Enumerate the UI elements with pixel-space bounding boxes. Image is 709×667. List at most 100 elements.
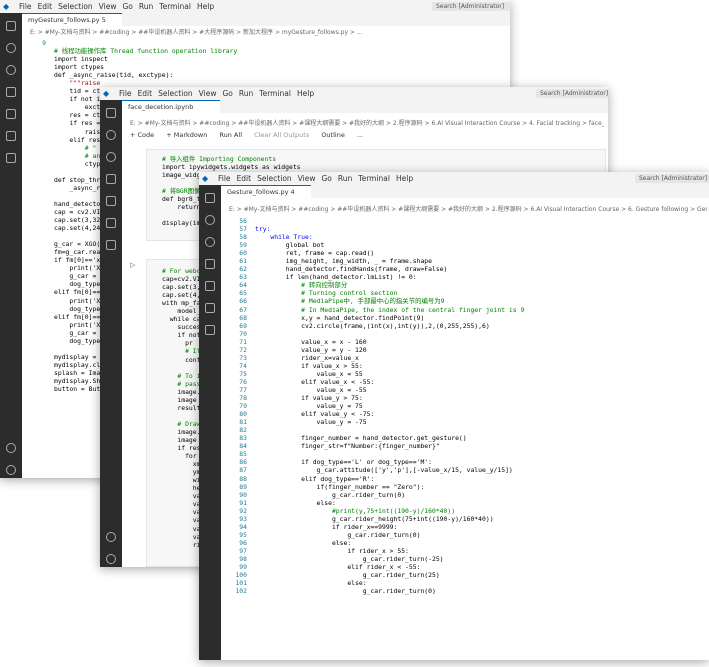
line-number: 93 [239,514,247,523]
add-code-cell-button[interactable]: + Code [130,131,154,139]
remote-icon[interactable] [205,303,215,313]
menu-terminal[interactable]: Terminal [259,89,291,98]
code-line: while True: [255,233,313,242]
explorer-icon[interactable] [6,21,16,31]
menu-file[interactable]: File [119,89,132,98]
testing-icon[interactable] [6,153,16,163]
source-control-icon[interactable] [205,237,215,247]
code-line: else: [255,538,352,547]
menu-run[interactable]: Run [139,2,153,11]
tab-bar: face_decetion.ipynb [122,100,608,113]
remote-icon[interactable] [106,218,116,228]
line-number: 64 [239,281,247,290]
line-number: 97 [239,546,247,555]
tab-bar: myGesture_follows.py 5 [22,13,510,26]
menu-bar: ◆ File Edit Selection View Go Run Termin… [100,87,608,100]
clear-all-outputs-button[interactable]: Clear All Outputs [254,131,309,139]
menu-edit[interactable]: Edit [237,174,252,183]
code-line: elif value_x < -55: [255,377,375,386]
line-number: 81 [239,418,247,427]
menu-help[interactable]: Help [297,89,314,98]
menu-selection[interactable]: Selection [58,2,93,11]
menu-selection[interactable]: Selection [257,174,292,183]
menu-file[interactable]: File [218,174,231,183]
menu-run[interactable]: Run [239,89,253,98]
explorer-icon[interactable] [106,108,116,118]
menu-file[interactable]: File [19,2,32,11]
menu-selection[interactable]: Selection [158,89,193,98]
remote-icon[interactable] [6,131,16,141]
line-number: 91 [239,498,247,507]
search-box[interactable]: Search [Administrator] [432,2,510,11]
testing-icon[interactable] [106,240,116,250]
code-line: g_car.rider_turn(25) [255,571,440,580]
menu-edit[interactable]: Edit [38,2,53,11]
outline-button[interactable]: Outline [321,131,345,139]
run-cell-icon[interactable]: ▷ [130,261,135,269]
activity-bar [199,185,221,660]
more-actions-button[interactable]: ... [357,131,363,139]
line-number: 9 [42,39,46,47]
search-icon[interactable] [6,43,16,53]
line-number: 82 [239,426,247,435]
menu-run[interactable]: Run [338,174,352,183]
tab-myGesture-follows[interactable]: myGesture_follows.py 5 [22,13,122,26]
line-number: 75 [239,369,247,378]
search-icon[interactable] [205,215,215,225]
menu-go[interactable]: Go [222,89,232,98]
code-line: cv2.circle(frame,(int(x),int(y)),2,(0,25… [255,321,490,330]
search-box[interactable]: Search [Administrator] [635,174,709,183]
line-number: 85 [239,450,247,459]
tab-gesture-follows[interactable]: Gesture_follows.py 4 [221,185,311,198]
code-line: x,y = hand_detector.findPoint(9) [255,313,425,322]
code-line: value_y = -75 [255,418,367,427]
line-number: 83 [239,434,247,443]
line-number: 88 [239,474,247,483]
run-debug-icon[interactable] [205,259,215,269]
vscode-logo-icon: ◆ [103,89,110,98]
run-all-button[interactable]: Run All [219,131,242,139]
code-line: if dog_type=='L' or dog_type=='M': [255,458,432,467]
tab-bar: Gesture_follows.py 4 [221,185,709,198]
extensions-icon[interactable] [6,109,16,119]
source-control-icon[interactable] [106,152,116,162]
accounts-icon[interactable] [6,443,16,453]
line-number: 60 [239,249,247,258]
menu-help[interactable]: Help [396,174,413,183]
menu-view[interactable]: View [298,174,316,183]
explorer-icon[interactable] [205,193,215,203]
testing-icon[interactable] [205,325,215,335]
tab-face-decetion[interactable]: face_decetion.ipynb [122,100,220,113]
code-line: img_height, img_width, _ = frame.shape [255,257,432,266]
menu-edit[interactable]: Edit [138,89,153,98]
code-line: import ctypes [54,63,105,72]
run-debug-icon[interactable] [6,87,16,97]
code-line: import inspect [54,55,108,64]
menu-go[interactable]: Go [321,174,331,183]
extensions-icon[interactable] [106,196,116,206]
settings-gear-icon[interactable] [6,465,16,475]
menu-view[interactable]: View [99,2,117,11]
menu-help[interactable]: Help [197,2,214,11]
source-control-icon[interactable] [6,65,16,75]
menu-terminal[interactable]: Terminal [159,2,191,11]
code-line: hand_detector.findHands(frame, draw=Fals… [255,265,448,274]
run-debug-icon[interactable] [106,174,116,184]
search-box[interactable]: Search [Administrator] [536,89,608,98]
menu-terminal[interactable]: Terminal [358,174,390,183]
accounts-icon[interactable] [106,532,116,542]
settings-gear-icon[interactable] [106,554,116,564]
line-number: 86 [239,458,247,467]
add-markdown-cell-button[interactable]: + Markdown [166,131,207,139]
line-number: 79 [239,402,247,411]
menu-go[interactable]: Go [122,2,132,11]
menu-view[interactable]: View [199,89,217,98]
line-number: 67 [239,305,247,314]
extensions-icon[interactable] [205,281,215,291]
search-icon[interactable] [106,130,116,140]
code-editor[interactable]: try: while True: global bot ret, frame =… [255,217,705,657]
code-line: value_x = x - 160 [255,337,367,346]
